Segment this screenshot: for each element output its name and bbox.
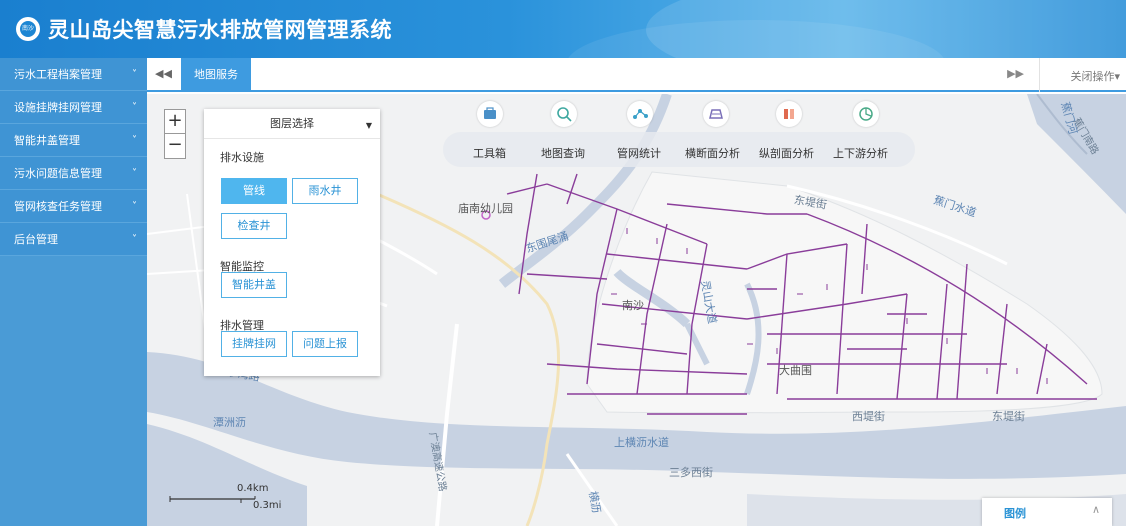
chevron-down-icon: ˅ bbox=[132, 135, 137, 146]
sidebar-item-label: 污水问题信息管理 bbox=[14, 167, 102, 180]
sidebar-item-sewage-archives[interactable]: 污水工程档案管理 ˅ bbox=[0, 58, 147, 91]
logo-icon: 南沙 bbox=[16, 17, 40, 41]
scale-km: 0.4km bbox=[237, 483, 269, 494]
tool-label: 上下游分析 bbox=[833, 147, 888, 160]
close-operations-dropdown[interactable]: 关闭操作▾ bbox=[1070, 68, 1120, 84]
tool-label: 纵剖面分析 bbox=[759, 147, 814, 160]
legend-panel[interactable]: 图例 ∧ bbox=[982, 498, 1112, 526]
sidebar-item-smart-manhole[interactable]: 智能井盖管理 ˅ bbox=[0, 124, 147, 157]
tool-label: 管网统计 bbox=[617, 147, 661, 160]
map-search-icon bbox=[551, 101, 577, 127]
layer-toggle-pipeline[interactable]: 管线 bbox=[221, 178, 287, 204]
sidebar-item-network-inspection[interactable]: 管网核查任务管理 ˅ bbox=[0, 190, 147, 223]
chevron-down-icon: ˅ bbox=[132, 168, 137, 179]
chevron-down-icon: ˅ bbox=[132, 102, 137, 113]
chevron-down-icon: ˅ bbox=[132, 201, 137, 212]
sidebar-item-label: 污水工程档案管理 bbox=[14, 68, 102, 81]
tab-scroll-left-icon[interactable]: ◀◀ bbox=[155, 67, 172, 80]
sidebar-item-backend[interactable]: 后台管理 ˅ bbox=[0, 223, 147, 256]
layer-toggle-smart-manhole[interactable]: 智能井盖 bbox=[221, 272, 287, 298]
tab-bar: ◀◀ 地图服务 ▶▶ 关闭操作▾ bbox=[147, 58, 1126, 92]
sidebar-item-label: 管网核查任务管理 bbox=[14, 200, 102, 213]
map-label-sanduoxi: 三多西街 bbox=[669, 466, 713, 479]
layer-panel-header[interactable]: 图层选择 ▼ bbox=[204, 109, 380, 139]
app-header: 南沙 灵山岛尖智慧污水排放管网管理系统 bbox=[0, 0, 1126, 58]
tab-divider bbox=[1039, 58, 1040, 92]
legend-title: 图例 bbox=[1004, 507, 1026, 520]
map-label-daqu-wei: 大曲围 bbox=[779, 364, 812, 377]
sidebar-item-label: 后台管理 bbox=[14, 233, 58, 246]
layer-toggle-inspection-well[interactable]: 检查井 bbox=[221, 213, 287, 239]
sidebar-item-label: 设施挂牌挂网管理 bbox=[14, 101, 102, 114]
tab-scroll-right-icon[interactable]: ▶▶ bbox=[1007, 67, 1024, 80]
map-label-tanzhou: 潭洲沥 bbox=[213, 416, 246, 429]
sidebar-item-label: 智能井盖管理 bbox=[14, 134, 80, 147]
chevron-down-icon: ˅ bbox=[132, 234, 137, 245]
chevron-up-icon[interactable]: ∧ bbox=[1092, 503, 1100, 516]
chevron-down-icon: ˅ bbox=[132, 69, 137, 80]
caret-down-icon: ▼ bbox=[365, 121, 372, 130]
sidebar: 污水工程档案管理 ˅ 设施挂牌挂网管理 ˅ 智能井盖管理 ˅ 污水问题信息管理 … bbox=[0, 58, 147, 526]
layer-toggle-rainwater-well[interactable]: 雨水井 bbox=[292, 178, 358, 204]
logo-text: 南沙 bbox=[20, 21, 36, 37]
map-canvas[interactable]: 庙南幼儿园 东围尾涌 南沙 东堤街 蕉门水道 蕉门河 大曲围 西堤街 东堤街 潭… bbox=[147, 94, 1126, 526]
sidebar-item-sewage-issues[interactable]: 污水问题信息管理 ˅ bbox=[0, 157, 147, 190]
zoom-in-button[interactable]: + bbox=[165, 110, 185, 134]
toolbox-icon bbox=[477, 101, 503, 127]
tool-label: 横断面分析 bbox=[685, 147, 740, 160]
tab-map-service[interactable]: 地图服务 bbox=[181, 58, 251, 92]
network-stats-icon bbox=[627, 101, 653, 127]
layer-selection-panel: 图层选择 ▼ 排水设施 管线 雨水井 检查井 智能监控 智能井盖 排水管理 挂牌… bbox=[204, 109, 380, 376]
upstream-downstream-icon bbox=[853, 101, 879, 127]
map-label-shanghengli: 上横沥水道 bbox=[614, 436, 669, 449]
app-title: 灵山岛尖智慧污水排放管网管理系统 bbox=[48, 18, 392, 42]
map-label-east-dike: 东堤街 bbox=[992, 410, 1025, 423]
layer-toggle-tagging[interactable]: 挂牌挂网 bbox=[221, 331, 287, 357]
tool-label: 工具箱 bbox=[473, 147, 506, 160]
layer-section-drainage-facilities: 排水设施 bbox=[220, 151, 264, 164]
map-label-west-dike: 西堤街 bbox=[852, 410, 885, 423]
zoom-out-button[interactable]: − bbox=[165, 134, 185, 158]
longitudinal-section-icon bbox=[776, 101, 802, 127]
scale-mi: 0.3mi bbox=[253, 500, 282, 511]
layer-panel-title: 图层选择 bbox=[270, 117, 314, 130]
scale-bar: 0.4km 0.3mi bbox=[169, 483, 282, 517]
tool-label: 地图查询 bbox=[541, 147, 585, 160]
sidebar-item-facility-tagging[interactable]: 设施挂牌挂网管理 ˅ bbox=[0, 91, 147, 124]
map-label-kindergarten: 庙南幼儿园 bbox=[458, 202, 513, 215]
cross-section-icon bbox=[703, 101, 729, 127]
zoom-control: + − bbox=[164, 109, 186, 159]
map-label-nansha: 南沙 bbox=[622, 299, 644, 312]
layer-toggle-issue-report[interactable]: 问题上报 bbox=[292, 331, 358, 357]
